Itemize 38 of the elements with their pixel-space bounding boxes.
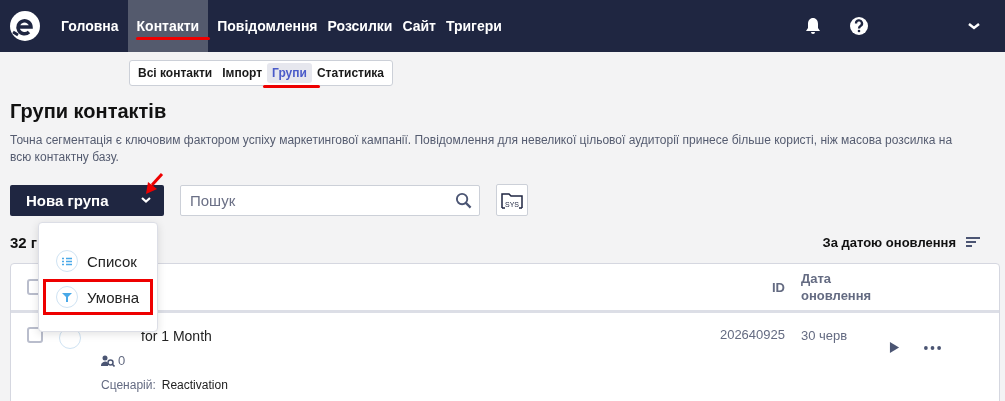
- column-header[interactable]: Дата оновлення: [801, 270, 881, 304]
- nav-tab[interactable]: Контакти: [127, 0, 209, 52]
- search-icon[interactable]: [455, 191, 472, 209]
- menu-item[interactable]: Умовна: [43, 279, 153, 315]
- chevron-down-icon: [140, 196, 152, 204]
- chevron-down-icon[interactable]: [967, 21, 981, 31]
- page-title: Групи контактів: [10, 99, 168, 124]
- sub-tab[interactable]: Статистика: [311, 63, 389, 83]
- scenario-label: Сценарій:: [101, 378, 156, 392]
- play-icon[interactable]: [889, 341, 900, 354]
- nav-tab[interactable]: Повідомлення: [212, 0, 323, 52]
- sub-tab[interactable]: Всі контакти: [133, 63, 218, 83]
- update-date: 30 черв: [801, 327, 849, 344]
- group-id: 202640925: [718, 327, 785, 342]
- column-header[interactable]: ID: [665, 279, 785, 295]
- nav-tab[interactable]: Сайт: [397, 0, 441, 52]
- sort-icon: [966, 236, 980, 248]
- menu-item[interactable]: Список: [43, 243, 153, 279]
- more-options-icon[interactable]: [924, 345, 941, 350]
- nav-tab[interactable]: Тригери: [440, 0, 507, 52]
- contact-count: 0: [118, 353, 126, 368]
- page-description: Точна сегментація є ключовим фактором успіху маркетингової кампанії. Повідомлення для невеликої цільової аудиторії принесе більше користі, ніж масова розсилка на всю контактну базу.: [10, 132, 954, 166]
- logo-icon[interactable]: [10, 11, 40, 41]
- scenario-value: Reactivation: [161, 378, 228, 392]
- search-field[interactable]: Пошук: [180, 184, 480, 216]
- new-group-button[interactable]: Нова група: [10, 184, 164, 216]
- list-icon: [62, 256, 72, 266]
- sub-tab[interactable]: Імпорт: [217, 63, 268, 83]
- nav-tab[interactable]: Головна: [56, 0, 124, 52]
- sort-control[interactable]: За датою оновлення: [822, 234, 980, 250]
- help-icon[interactable]: [849, 16, 869, 36]
- folder-icon: [500, 192, 524, 210]
- contacts-search-icon: [101, 354, 115, 367]
- filter-icon: [62, 292, 72, 302]
- nav-tab[interactable]: Розсилки: [322, 0, 398, 52]
- row-checkbox[interactable]: [27, 327, 43, 343]
- bell-icon[interactable]: [803, 16, 823, 36]
- group-count: 32 г: [10, 233, 38, 251]
